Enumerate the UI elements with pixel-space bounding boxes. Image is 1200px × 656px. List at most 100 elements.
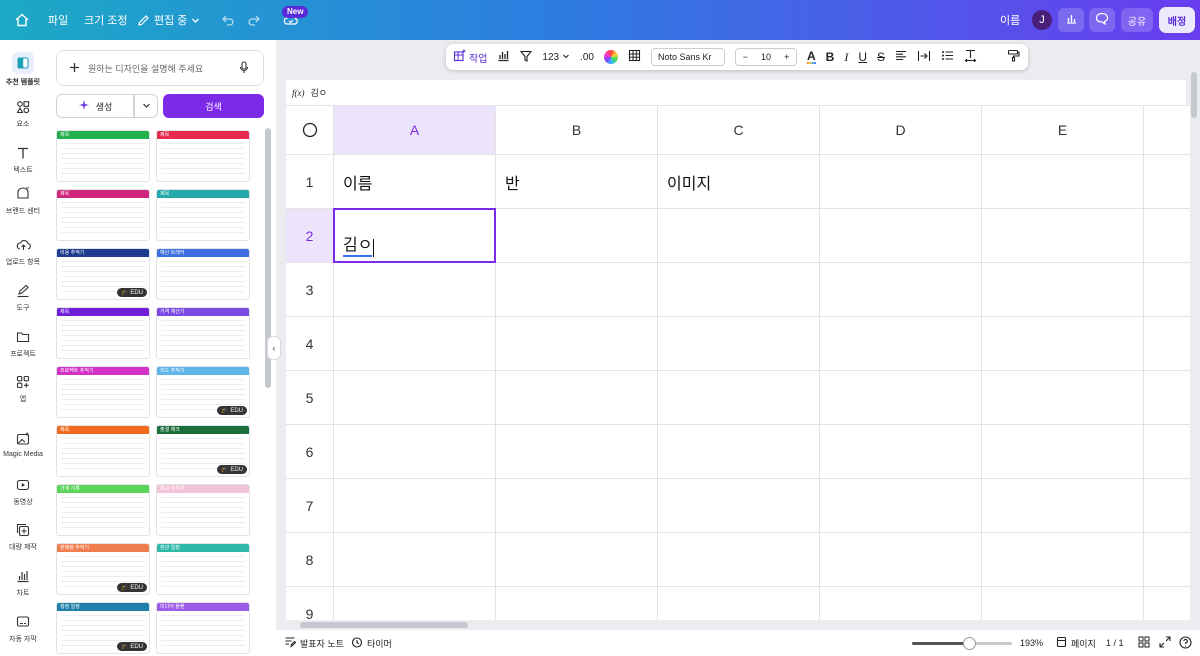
sheet-cell[interactable] <box>820 425 982 479</box>
rail-item-text[interactable]: 텍스트 <box>0 144 46 175</box>
template-thumbnail[interactable]: 출결 체크 🎓 EDU <box>156 425 250 477</box>
selected-cell-outline[interactable]: 김ㅇ <box>333 208 496 263</box>
sheet-cell[interactable] <box>1144 209 1190 263</box>
template-thumbnail[interactable]: 프로젝트 추적기 <box>56 366 150 418</box>
resize-menu[interactable]: 크기 조정 <box>84 0 128 40</box>
sheet-cell[interactable] <box>820 263 982 317</box>
font-select[interactable]: Noto Sans Kr <box>651 48 725 66</box>
italic-button[interactable]: I <box>839 44 853 70</box>
template-thumbnail[interactable]: 제목 <box>56 425 150 477</box>
row-header[interactable]: 3 <box>286 263 334 317</box>
borders-button[interactable] <box>623 44 646 70</box>
column-header[interactable]: C <box>658 106 820 155</box>
file-menu[interactable]: 파일 <box>48 0 68 40</box>
search-button[interactable]: 검색 <box>163 94 264 118</box>
pages-button[interactable]: 페이지 <box>1056 630 1096 656</box>
sheet-cell[interactable] <box>820 479 982 533</box>
sheet-cell[interactable] <box>982 209 1144 263</box>
insights-button[interactable] <box>1058 8 1084 32</box>
rail-item-templates[interactable]: 추천 템플릿 <box>0 52 46 87</box>
row-header[interactable]: 7 <box>286 479 334 533</box>
sheet-cell[interactable] <box>1144 587 1190 620</box>
copy-style-button[interactable] <box>1002 44 1028 70</box>
rail-item-apps[interactable]: 앱 <box>0 373 46 404</box>
row-header[interactable]: 6 <box>286 425 334 479</box>
rail-item-auto-caption[interactable]: 자동 자막 <box>0 613 46 644</box>
bold-button[interactable]: B <box>821 44 840 70</box>
sheet-cell[interactable] <box>658 587 820 620</box>
rail-item-uploads[interactable]: 업로드 항목 <box>0 236 46 267</box>
align-button[interactable] <box>890 44 912 70</box>
rail-item-magic-media[interactable]: Magic Media <box>0 430 46 458</box>
column-header[interactable]: D <box>820 106 982 155</box>
font-size-value[interactable]: 10 <box>761 52 771 62</box>
sheet-cell[interactable] <box>982 425 1144 479</box>
generate-button[interactable]: 생성 <box>56 94 134 118</box>
timer-button[interactable]: 타이머 <box>351 630 392 656</box>
help-button[interactable] <box>1179 630 1192 656</box>
zoom-value[interactable]: 193% <box>1020 630 1043 656</box>
row-header[interactable]: 1 <box>286 155 334 209</box>
avatar[interactable]: J <box>1032 10 1052 30</box>
design-search-input[interactable]: 원하는 디자인을 설명해 주세요 <box>56 50 264 86</box>
sheet-cell[interactable] <box>820 209 982 263</box>
row-header[interactable]: 4 <box>286 317 334 371</box>
formula-bar[interactable]: f(x) 김ㅇ <box>286 80 1186 106</box>
list-button[interactable] <box>936 44 959 70</box>
rail-item-video[interactable]: 동영상 <box>0 476 46 507</box>
sheet-cell[interactable] <box>658 209 820 263</box>
vertical-scrollbar[interactable] <box>1191 72 1197 118</box>
strikethrough-button[interactable]: S <box>872 44 890 70</box>
sheet-cell[interactable] <box>658 533 820 587</box>
text-wrap-button[interactable] <box>912 44 936 70</box>
action-button[interactable]: 작업 <box>446 44 492 70</box>
sheet-cell[interactable] <box>820 587 982 620</box>
text-color-button[interactable]: A <box>802 44 821 70</box>
generate-dropdown[interactable] <box>134 94 158 118</box>
template-thumbnail[interactable]: 가계 기록 <box>56 484 150 536</box>
row-header[interactable]: 9 <box>286 587 334 620</box>
sheet-cell[interactable] <box>496 587 658 620</box>
template-thumbnail[interactable]: 비용 추적기 🎓 EDU <box>56 248 150 300</box>
sheet-cell[interactable] <box>496 533 658 587</box>
formula-value[interactable]: 김ㅇ <box>311 86 328 99</box>
sheet-cell[interactable] <box>658 371 820 425</box>
sheet-cell[interactable] <box>496 479 658 533</box>
comment-button[interactable] <box>1089 8 1115 32</box>
minus-icon[interactable]: − <box>743 52 748 62</box>
rail-item-elements[interactable]: 요소 <box>0 98 46 129</box>
rail-item-brand[interactable]: 브랜드 센터 <box>0 185 46 216</box>
sheet-cell[interactable] <box>334 587 496 620</box>
sheet-cell[interactable] <box>658 263 820 317</box>
template-thumbnail[interactable]: 미디어 플랜 <box>156 602 250 654</box>
sheet-cell[interactable] <box>334 479 496 533</box>
grid-view-button[interactable] <box>1138 630 1150 656</box>
home-button[interactable] <box>14 0 30 40</box>
rail-item-charts[interactable]: 차트 <box>0 567 46 598</box>
sheet-cell[interactable] <box>658 425 820 479</box>
sheet-cell[interactable]: 이름 <box>334 155 496 209</box>
sheet-cell[interactable] <box>1144 371 1190 425</box>
rail-item-tools[interactable]: 도구 <box>0 282 46 313</box>
sheet-cell[interactable] <box>334 425 496 479</box>
sheet-cell[interactable] <box>1144 533 1190 587</box>
sheet-cell[interactable] <box>496 317 658 371</box>
publish-button[interactable]: 배정 <box>1159 7 1195 33</box>
sheet-cell[interactable] <box>496 263 658 317</box>
template-thumbnail[interactable]: 재고 추적기 <box>156 484 250 536</box>
sheet-cell[interactable] <box>982 533 1144 587</box>
spacing-button[interactable] <box>959 44 982 70</box>
font-size-stepper[interactable]: − 10 + <box>735 48 797 66</box>
template-thumbnail[interactable]: 예산 트래커 <box>156 248 250 300</box>
select-all-corner[interactable] <box>286 106 334 155</box>
cell-editor-text[interactable]: 김ㅇ <box>343 237 373 257</box>
sheet-cell[interactable] <box>496 371 658 425</box>
sheet-cell[interactable] <box>820 155 982 209</box>
sheet-cell[interactable] <box>496 209 658 263</box>
redo-button[interactable] <box>247 0 261 40</box>
sheet-cell[interactable] <box>334 533 496 587</box>
sheet-cell[interactable] <box>334 263 496 317</box>
sheet-cell[interactable] <box>820 533 982 587</box>
sheet-cell[interactable] <box>334 317 496 371</box>
underline-button[interactable]: U <box>853 44 872 70</box>
